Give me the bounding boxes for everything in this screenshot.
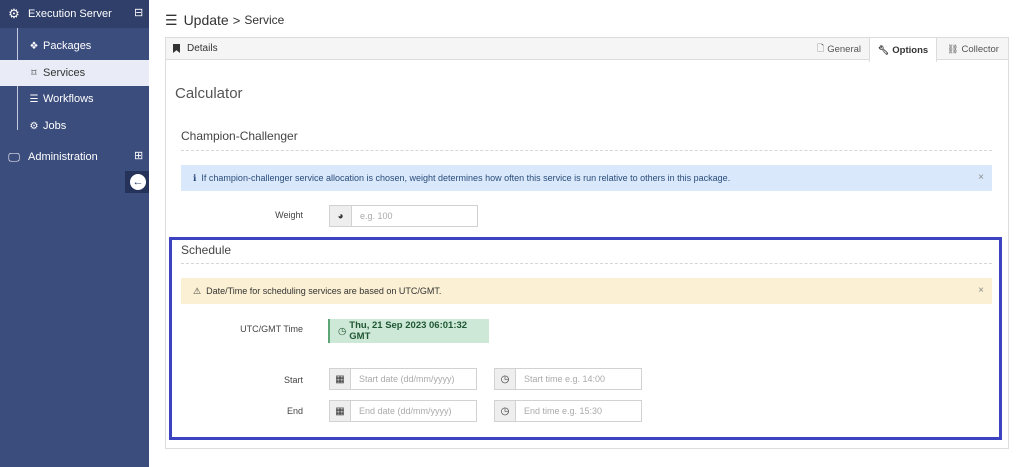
sidebar: ⚙ Execution Server ⊟ ❖ Packages ⌑ Servic… xyxy=(0,0,149,467)
calculator-title: Calculator xyxy=(175,85,243,102)
section-divider xyxy=(181,263,992,264)
end-time-input[interactable] xyxy=(516,401,641,421)
sidebar-item-label: Administration xyxy=(28,151,98,163)
calendar-icon: ▦ xyxy=(330,401,351,421)
close-icon[interactable]: × xyxy=(978,172,984,183)
collapse-sidebar-button[interactable]: ← xyxy=(130,174,146,190)
weight-input[interactable] xyxy=(352,206,477,226)
panel-title-label: Details xyxy=(187,43,218,54)
tab-label: Options xyxy=(892,44,929,56)
gear-icon: ⚙ xyxy=(8,6,20,21)
sidebar-item-label: Services xyxy=(43,67,86,79)
section-divider xyxy=(181,150,992,151)
calendar-icon: ▦ xyxy=(330,369,351,389)
file-icon: 🗋 xyxy=(816,43,825,53)
sidebar-item-workflows[interactable]: ☰ Workflows xyxy=(0,86,149,112)
weight-label: Weight xyxy=(275,210,303,220)
start-label: Start xyxy=(283,375,303,385)
sidebar-item-label: Jobs xyxy=(43,120,67,132)
start-date-input[interactable] xyxy=(351,369,476,389)
info-icon: ℹ xyxy=(193,172,197,183)
server-icon: ☰ xyxy=(29,93,39,105)
sidebar-item-label: Execution Server xyxy=(28,8,112,20)
details-panel: Details 🗋 General 🔧︎ Options ⛓ Collector… xyxy=(165,37,1009,449)
panel-heading: Details 🗋 General 🔧︎ Options ⛓ Collector xyxy=(166,38,1008,62)
weight-input-group: ◕ xyxy=(329,205,478,227)
cogs-icon: ⚙ xyxy=(29,120,39,132)
start-time-input[interactable] xyxy=(516,369,641,389)
page-header: ☰ Update > Service xyxy=(165,10,284,30)
bookmark-icon: ⌑ xyxy=(31,67,37,79)
tab-label: General xyxy=(827,43,862,55)
end-date-group: ▦ xyxy=(329,400,477,422)
monitor-icon: 🖵 xyxy=(8,149,20,164)
end-date-input[interactable] xyxy=(351,401,476,421)
start-time-group: ◷ xyxy=(494,368,642,390)
bookmark-icon xyxy=(173,44,180,53)
sidebar-item-label: Workflows xyxy=(43,93,94,105)
wrench-icon: 🔧︎ xyxy=(877,44,890,55)
sidebar-item-execution-server[interactable]: ⚙ Execution Server ⊟ xyxy=(0,0,149,28)
start-date-group: ▦ xyxy=(329,368,477,390)
list-icon: ☰ xyxy=(165,11,178,28)
clock-icon: ◷ xyxy=(495,369,516,389)
sidebar-item-administration[interactable]: 🖵 Administration ⊞ xyxy=(0,146,149,168)
end-label: End xyxy=(286,406,303,416)
close-icon[interactable]: × xyxy=(978,285,984,296)
alert-text: If champion-challenger service allocatio… xyxy=(201,173,731,183)
arrow-left-icon: ← xyxy=(132,176,144,188)
tab-collector[interactable]: ⛓ Collector xyxy=(939,38,1007,60)
tab-general[interactable]: 🗋 General xyxy=(809,38,869,60)
clock-icon: ◷ xyxy=(338,325,347,337)
sidebar-item-packages[interactable]: ❖ Packages xyxy=(0,33,149,59)
panel-title: Details xyxy=(173,43,218,54)
utc-time-badge: ◷ Thu, 21 Sep 2023 06:01:32 GMT xyxy=(328,319,489,343)
sidebar-item-jobs[interactable]: ⚙ Jobs xyxy=(0,113,149,139)
champion-info-alert: ℹ If champion-challenger service allocat… xyxy=(181,165,992,191)
cubes-icon: ❖ xyxy=(29,40,39,52)
warning-icon: ⚠ xyxy=(193,285,202,296)
schedule-title: Schedule xyxy=(181,243,232,257)
collapse-icon[interactable]: ⊟ xyxy=(134,8,143,19)
link-icon: ⛓ xyxy=(947,43,959,54)
expand-icon[interactable]: ⊞ xyxy=(134,151,143,162)
utc-time-label: UTC/GMT Time xyxy=(240,324,303,334)
pie-chart-icon: ◕ xyxy=(330,206,352,226)
sidebar-item-services[interactable]: ⌑ Services xyxy=(0,60,149,86)
clock-icon: ◷ xyxy=(495,401,516,421)
page-subtitle: Service xyxy=(244,13,285,27)
page-title: Update xyxy=(183,12,229,28)
tab-label: Collector xyxy=(961,43,999,55)
schedule-warning-alert: ⚠ Date/Time for scheduling services are … xyxy=(181,278,992,304)
breadcrumb-separator: > xyxy=(232,12,241,28)
champion-challenger-title: Champion-Challenger xyxy=(181,129,298,143)
end-time-group: ◷ xyxy=(494,400,642,422)
tab-options[interactable]: 🔧︎ Options xyxy=(869,38,937,62)
sidebar-item-label: Packages xyxy=(43,40,92,52)
utc-time-value: Thu, 21 Sep 2023 06:01:32 GMT xyxy=(349,320,468,342)
alert-text: Date/Time for scheduling services are ba… xyxy=(206,286,442,296)
